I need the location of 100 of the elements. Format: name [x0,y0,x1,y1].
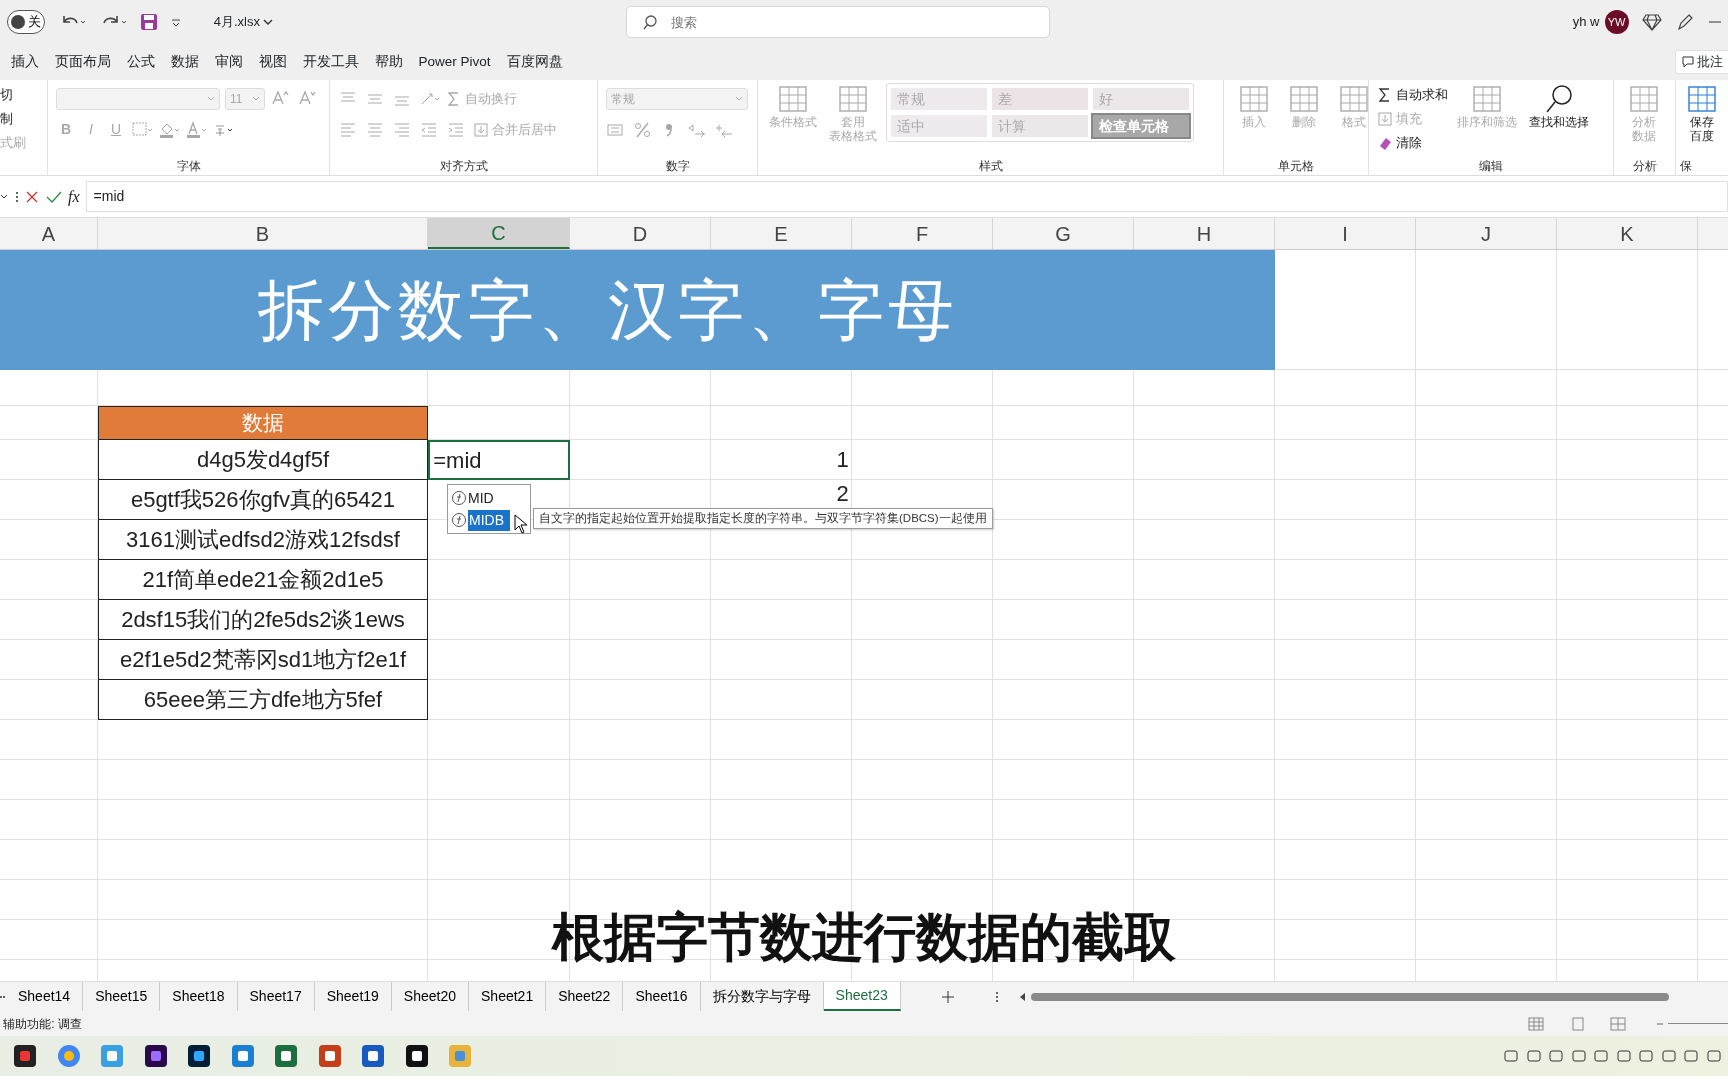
group-label: 分析 [1631,158,1658,175]
ribbon-button[interactable]: 切 [0,85,13,105]
tray-icon[interactable] [1503,1048,1519,1064]
comment-button[interactable]: 批注 [1674,50,1728,74]
group-label: 字体 [175,158,202,175]
column-header[interactable]: D [570,218,711,249]
function-icon [451,490,467,506]
table-cell: 65eee第三方dfe地方5fef [98,680,428,720]
ribbon-button[interactable]: 清除 [1377,133,1423,153]
search-field[interactable]: 搜索 [626,6,1051,38]
comment-icon [1681,56,1694,68]
menu-tab[interactable]: Power Pivot [414,49,503,75]
ribbon-button[interactable]: 制 [0,109,13,129]
scrollbar[interactable] [1018,991,1669,1002]
more-icon[interactable] [14,190,19,203]
column-header[interactable]: I [1275,218,1416,249]
command-icon [1377,135,1393,151]
menu-tab[interactable]: 数据 [166,49,211,75]
ribbon-button[interactable]: 自动求和 [1377,85,1449,105]
chevron-icon[interactable] [0,193,8,200]
app-icon[interactable] [404,1044,429,1068]
menu-tab[interactable]: 帮助 [370,49,415,75]
caption-text: 根据字节数进行数据的截取 [552,907,1176,968]
chevron-icon [252,95,260,102]
autosave-toggle[interactable]: 关 [6,10,46,34]
group-label: 保 [1680,158,1692,175]
column-header[interactable]: F [852,218,993,249]
menu-tab[interactable]: 公式 [122,49,167,75]
page-layout-icon[interactable] [1570,1016,1586,1031]
autocomplete-item[interactable]: MID [449,487,529,509]
table-cell: 3161测试edfsd2游戏12fsdsf [98,520,428,560]
function-icon [451,512,467,528]
banner-title: 拆分数字、汉字、字母 [0,250,1275,370]
menu-tab[interactable]: 百度网盘 [502,49,575,75]
menu-tab[interactable]: 视图 [254,49,299,75]
group-label: 单元格 [1277,158,1315,175]
app-icon[interactable] [274,1044,298,1068]
table-cell: e2f1e5d2梵蒂冈sd1地方f2e1f [98,640,428,680]
cancel-icon[interactable] [25,189,39,204]
group-label: 编辑 [1478,158,1504,175]
file-name[interactable]: 4月.xlsx [213,12,274,32]
menu-tab[interactable]: 审阅 [210,49,255,75]
menu-tab[interactable]: 页面布局 [50,49,123,75]
tray-icon[interactable] [1570,1048,1587,1064]
search-icon [642,14,659,30]
cell-value: 2 [836,482,849,506]
group-label: 对齐方式 [438,158,489,175]
table-header: 数据 [98,406,428,440]
column-header[interactable]: K [1557,218,1698,249]
normal-view-icon[interactable] [1528,1016,1544,1031]
user-name: yh w [1572,13,1600,32]
ribbon-button[interactable]: 查找和选择 [1526,83,1593,129]
formula-field[interactable]: =mid [86,181,1728,212]
ribbon-button[interactable]: 保存 百度 [1680,83,1724,143]
chevron-icon [263,18,274,26]
group-label: 样式 [977,158,1004,175]
tooltip: 自文字的指定起始位置开始提取指定长度的字符串。与双字节字符集(DBCS)一起使用 [533,508,993,530]
tray-icon[interactable] [1638,1048,1654,1064]
table-cell: e5gtf我526你gfv真的65421 [98,480,428,520]
tray-icon[interactable] [1548,1048,1564,1064]
caret-icon[interactable] [171,17,182,27]
avatar[interactable]: YW [1604,10,1629,34]
tray-icon[interactable] [1660,1048,1677,1064]
more-icon[interactable] [994,990,999,1003]
save-icon[interactable] [140,13,159,31]
tray-icon[interactable] [1615,1048,1632,1064]
tray-icon[interactable] [1683,1048,1699,1064]
cell-value: 1 [836,448,849,472]
diamond-icon[interactable] [1641,13,1662,31]
app-icon[interactable] [13,1044,37,1068]
app-icon[interactable] [143,1044,168,1068]
column-header[interactable]: J [1416,218,1557,249]
more-icon[interactable] [0,994,6,999]
table-cell: d4g5发d4gf5f [98,440,428,480]
add-sheet-icon[interactable] [940,989,955,1004]
app-icon[interactable] [187,1044,211,1068]
column-header[interactable]: H [1134,218,1275,249]
tray-icon[interactable] [1525,1048,1542,1064]
status-text: 辅助功能: 调查 [3,1015,82,1033]
sheet-tab[interactable]: Sheet23 [823,982,901,1011]
page-break-icon[interactable] [1610,1016,1626,1031]
tray-icon[interactable] [1593,1048,1609,1064]
chevron-icon [207,95,215,102]
column-header[interactable]: C [428,218,570,249]
column-header[interactable]: A [0,218,98,249]
group-label: 数字 [664,158,691,175]
tray-icon[interactable] [1705,1048,1722,1064]
command-icon [473,121,489,138]
menu-tab[interactable]: 插入 [6,49,51,75]
command-icon [1377,111,1393,127]
function-button[interactable]: fx [68,184,80,209]
cell-input[interactable]: =mid [428,440,570,480]
table-cell: 2dsf15我们的2fe5ds2谈1ews [98,600,428,640]
column-header[interactable]: G [993,218,1134,249]
chevron-icon [735,95,743,102]
menu-tab[interactable]: 开发工具 [298,49,371,75]
table-cell: 21f简单ede21金额2d1e5 [98,560,428,600]
app-icon[interactable] [361,1044,385,1068]
confirm-icon[interactable] [45,189,62,204]
column-header[interactable]: E [711,218,852,249]
